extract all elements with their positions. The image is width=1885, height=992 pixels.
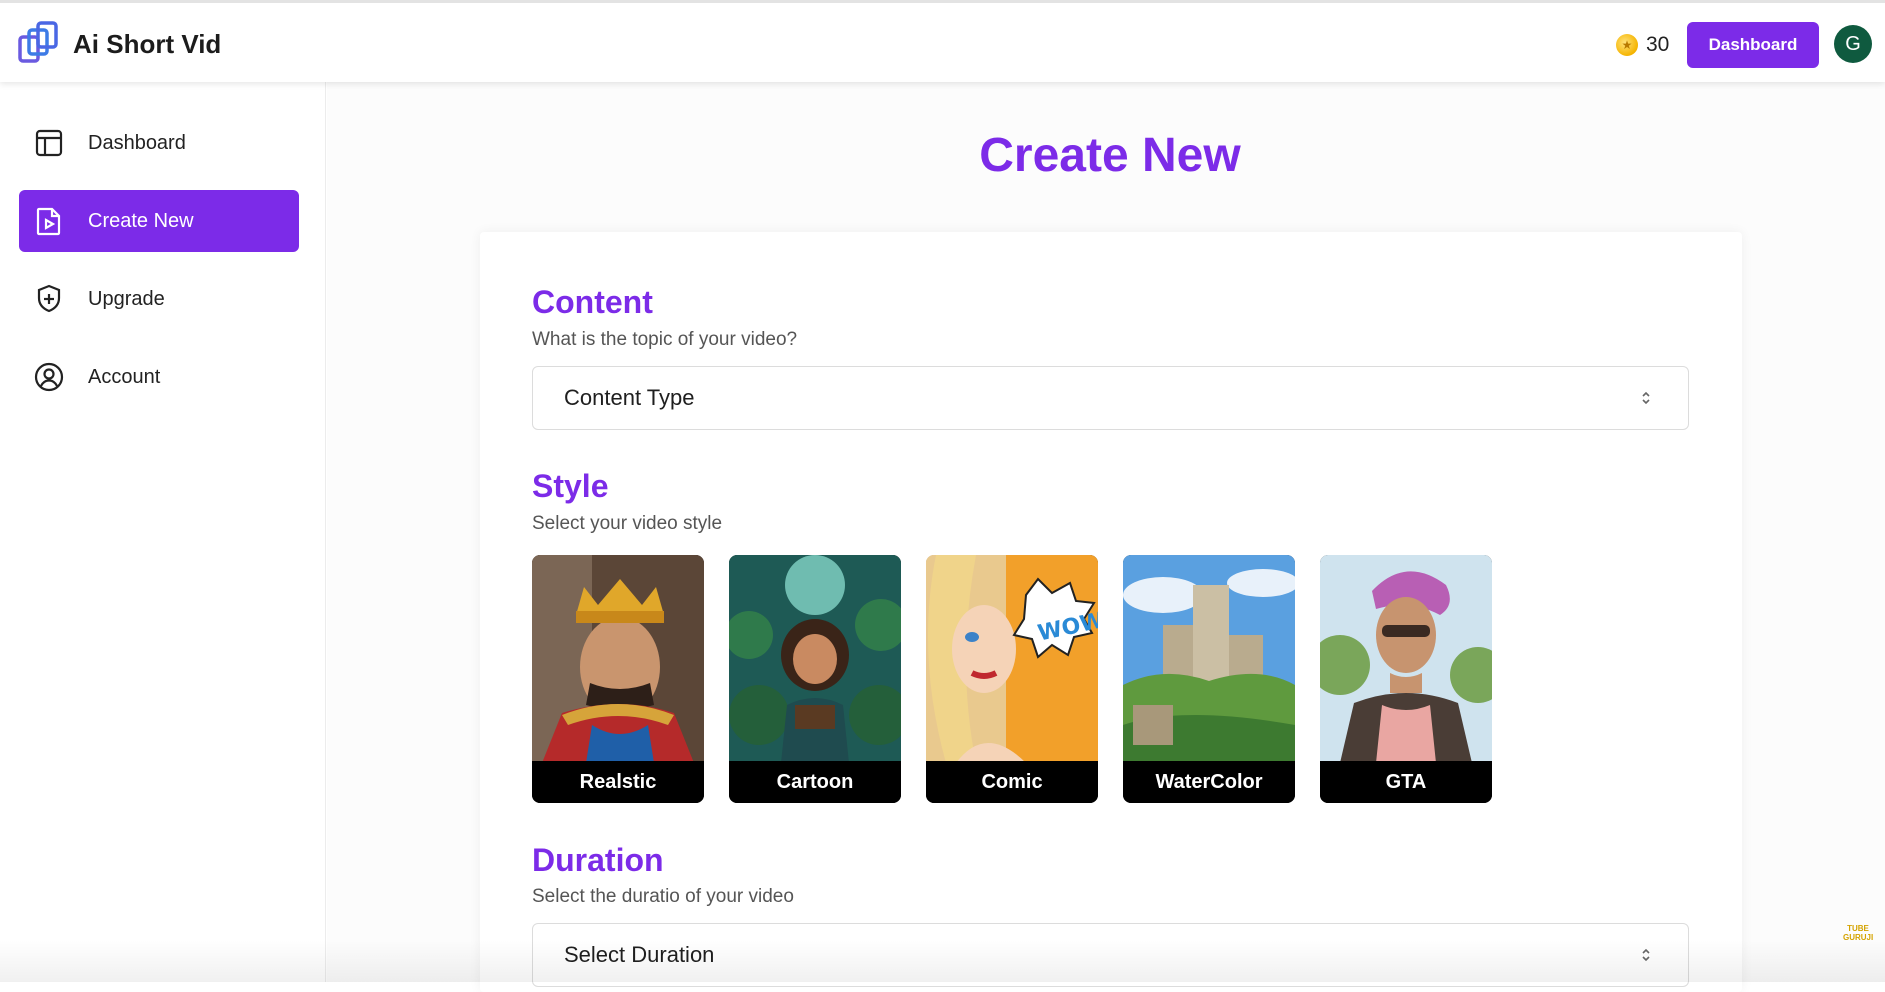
app-logo-icon[interactable] (17, 21, 59, 65)
style-section-subtitle: Select your video style (532, 513, 723, 534)
shield-plus-icon (32, 282, 66, 316)
duration-section-title: Duration (532, 842, 664, 878)
gta-character-image (1320, 555, 1492, 763)
file-video-icon (32, 204, 66, 238)
sidebar-item-dashboard[interactable]: Dashboard (19, 112, 299, 174)
style-option-label: Comic (926, 761, 1098, 803)
sidebar-item-upgrade[interactable]: Upgrade (19, 268, 299, 330)
top-header: Ai Short Vid ★ 30 Dashboard G (0, 0, 1885, 82)
credits-counter: ★ 30 (1616, 31, 1669, 59)
content-section-subtitle: What is the topic of your video? (532, 329, 798, 350)
style-option-watercolor[interactable]: WaterColor (1123, 555, 1295, 803)
duration-section-subtitle: Select the duratio of your video (532, 886, 794, 907)
sidebar: Dashboard Create New Upgrade Account (0, 82, 326, 982)
duration-value: Select Duration (564, 942, 715, 967)
user-circle-icon (32, 360, 66, 394)
channel-watermark: TUBE GURUJI (1843, 924, 1874, 942)
style-option-cartoon[interactable]: Cartoon (729, 555, 901, 803)
sidebar-item-label: Account (88, 365, 161, 388)
sidebar-item-account[interactable]: Account (19, 346, 299, 408)
layout-panel-icon (32, 126, 66, 160)
style-option-realistic[interactable]: Realstic (532, 555, 704, 803)
credits-count: 30 (1646, 33, 1670, 56)
header-dashboard-button[interactable]: Dashboard (1687, 22, 1819, 68)
style-option-gta[interactable]: GTA (1320, 555, 1492, 803)
comic-woman-image: WOW (926, 555, 1098, 763)
style-option-label: GTA (1320, 761, 1492, 803)
style-option-label: Cartoon (729, 761, 901, 803)
page-title: Create New (979, 129, 1241, 182)
cartoon-girl-image (729, 555, 901, 763)
sidebar-item-create-new[interactable]: Create New (19, 190, 299, 252)
duration-select[interactable]: Select Duration (532, 923, 1689, 987)
watercolor-castle-image (1123, 555, 1295, 763)
sidebar-item-label: Create New (88, 209, 194, 232)
content-type-select[interactable]: Content Type (532, 366, 1689, 430)
gold-coin-icon: ★ (1616, 34, 1638, 56)
sidebar-item-label: Dashboard (88, 131, 186, 154)
app-title[interactable]: Ai Short Vid (73, 29, 221, 60)
style-option-label: Realstic (532, 761, 704, 803)
style-option-label: WaterColor (1123, 761, 1295, 803)
realistic-king-image (532, 555, 704, 763)
user-avatar[interactable]: G (1834, 25, 1872, 63)
chevron-up-down-icon (1642, 391, 1650, 405)
content-type-value: Content Type (564, 385, 695, 410)
sidebar-item-label: Upgrade (88, 287, 165, 310)
chevron-up-down-icon (1642, 948, 1650, 962)
content-section-title: Content (532, 284, 653, 320)
style-option-comic[interactable]: WOW Comic (926, 555, 1098, 803)
style-section-title: Style (532, 468, 609, 504)
